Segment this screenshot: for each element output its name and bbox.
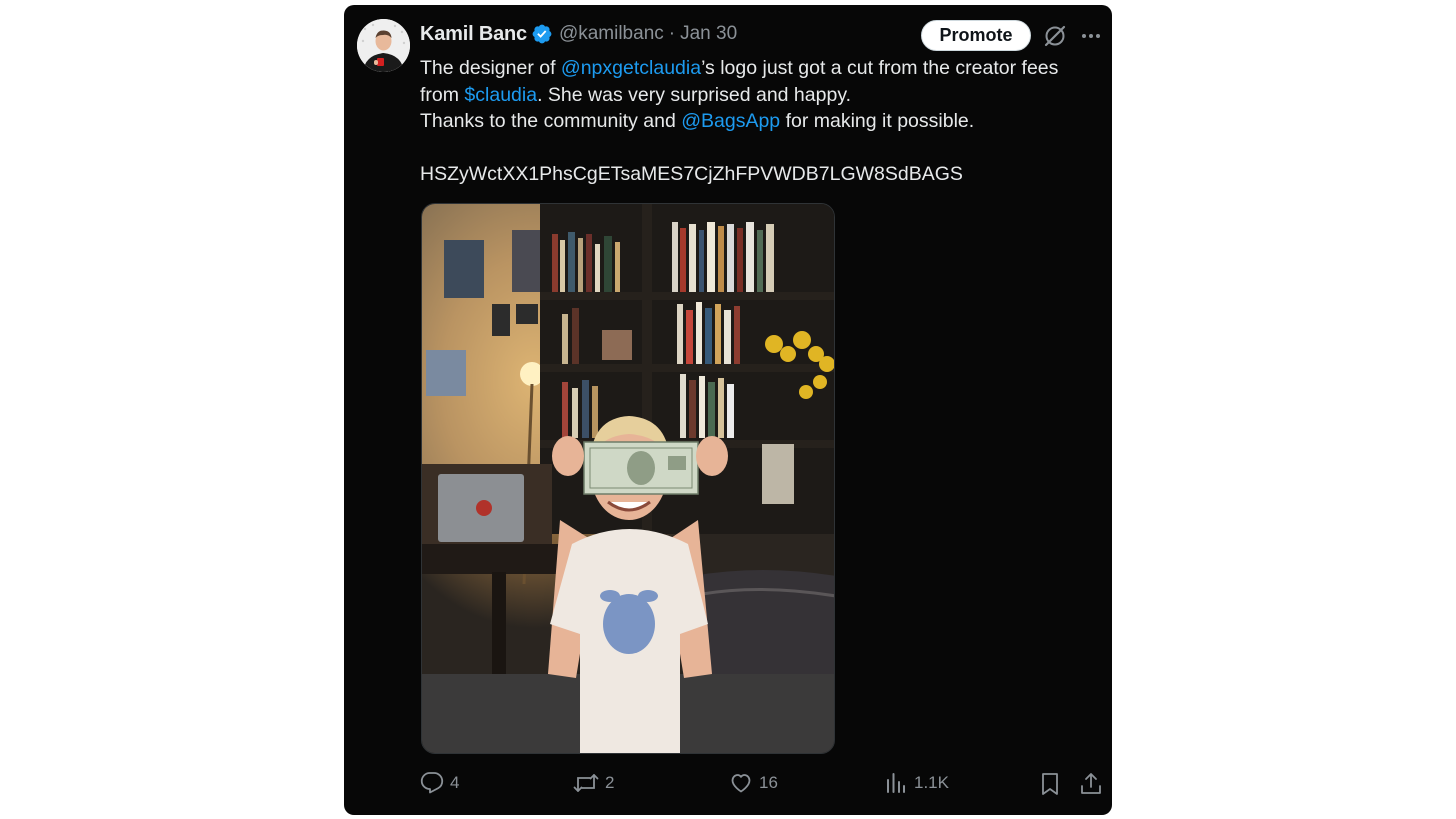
bookmark-button[interactable] [1038,771,1062,802]
tweet-date[interactable]: Jan 30 [680,23,737,45]
share-button[interactable] [1079,771,1103,802]
like-button[interactable]: 16 [729,771,778,795]
views-count: 1.1K [914,773,949,792]
tweet-line-1: The designer of @npxgetclaudia’s logo ju… [420,55,1100,82]
verified-badge-icon [531,23,553,45]
repost-icon [573,774,599,792]
more-icon[interactable] [1080,25,1102,47]
reply-icon [420,772,444,794]
text-segment: Thanks to the community and [420,110,682,132]
tweet-actions: 4 2 16 1.1K [344,771,1112,799]
text-segment: for making it possible. [780,110,975,132]
bookmark-icon [1042,773,1058,795]
like-count: 16 [759,773,778,792]
views-button[interactable]: 1.1K [884,771,949,795]
repost-button[interactable]: 2 [573,771,614,795]
tweet-header: Kamil Banc @kamilbanc · Jan 30 [420,21,737,47]
grok-icon[interactable] [1042,23,1068,49]
author-handle[interactable]: @kamilbanc [559,23,664,45]
photo-illustration [422,204,834,753]
like-icon [731,774,751,793]
tweet-photo[interactable] [421,203,835,754]
mention-link[interactable]: @BagsApp [681,110,780,132]
views-icon [887,773,905,793]
reply-button[interactable]: 4 [420,771,459,795]
text-segment: ’s logo just got a cut from the creator … [701,57,1059,79]
repost-count: 2 [605,773,615,792]
mention-link[interactable]: @npxgetclaudia [561,57,701,79]
contract-address: HSZyWctXX1PhsCgETsaMES7CjZhFPVWDB7LGW8Sd… [420,163,963,185]
avatar[interactable] [357,19,410,72]
tweet-line-2: from $claudia. She was very surprised an… [420,82,1100,109]
text-segment: The designer of [420,57,561,79]
tweet-text: The designer of @npxgetclaudia’s logo ju… [420,55,1100,188]
separator-dot: · [668,23,676,44]
reply-count: 4 [450,773,460,792]
author-name[interactable]: Kamil Banc [420,23,527,46]
promote-button[interactable]: Promote [921,20,1031,51]
text-segment: . She was very surprised and happy. [537,83,852,106]
tweet-card[interactable]: Kamil Banc @kamilbanc · Jan 30 Promote T… [344,5,1112,815]
share-icon [1081,773,1101,794]
cashtag-link[interactable]: $claudia [464,84,537,106]
text-segment: from [420,83,465,106]
tweet-line-3: Thanks to the community and @BagsApp for… [420,108,1100,135]
